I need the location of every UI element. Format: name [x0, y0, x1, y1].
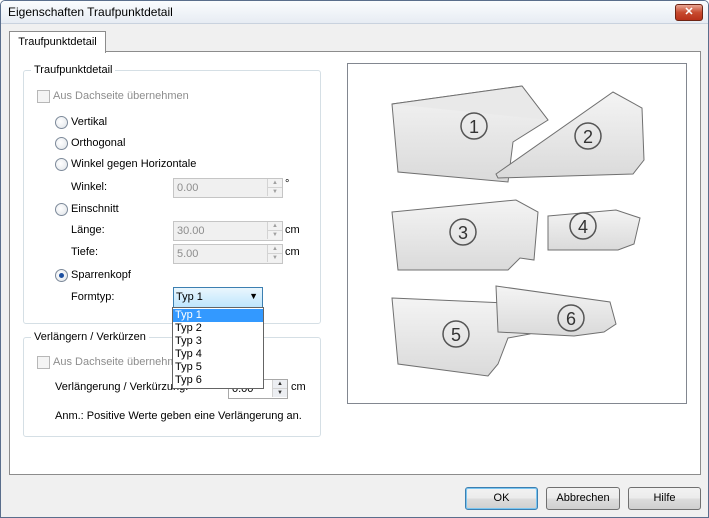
tab-traufpunktdetail[interactable]: Traufpunktdetail: [9, 31, 106, 53]
radio-einschnitt[interactable]: [55, 203, 68, 216]
radio-orthogonal[interactable]: [55, 137, 68, 150]
cancel-button[interactable]: Abbrechen: [546, 487, 620, 510]
group-title-traufpunktdetail: Traufpunktdetail: [31, 64, 116, 76]
preview-label-5: 5: [451, 325, 461, 345]
title-bar: Eigenschaften Traufpunktdetail ✕: [1, 1, 708, 24]
from-roof-label: Aus Dachseite übernehmen: [53, 90, 189, 102]
preview-label-1: 1: [469, 117, 479, 137]
winkel-input[interactable]: 0.00 ▲ ▼: [173, 178, 283, 198]
winkel-label: Winkel:: [71, 181, 108, 193]
dropdown-option[interactable]: Typ 5: [173, 361, 263, 374]
dropdown-option[interactable]: Typ 6: [173, 374, 263, 387]
ext-from-roof-checkbox[interactable]: [37, 356, 50, 369]
spin-down-icon[interactable]: ▼: [267, 188, 282, 196]
spin-down-icon[interactable]: ▼: [272, 389, 287, 397]
spin-up-icon[interactable]: ▲: [267, 245, 282, 254]
laenge-unit: cm: [285, 224, 300, 236]
ext-label: Verlängerung / Verkürzung:: [55, 381, 189, 393]
preview-label-4: 4: [578, 217, 588, 237]
spin-up-icon[interactable]: ▲: [272, 380, 287, 389]
laenge-value: 30.00: [177, 225, 205, 237]
group-title-verlaengern: Verlängern / Verkürzen: [31, 331, 149, 343]
preview-label-2: 2: [583, 127, 593, 147]
spin-down-icon[interactable]: ▼: [267, 231, 282, 239]
laenge-input[interactable]: 30.00 ▲ ▼: [173, 221, 283, 241]
winkel-value: 0.00: [177, 182, 199, 194]
spin-up-icon[interactable]: ▲: [267, 179, 282, 188]
close-button[interactable]: ✕: [675, 4, 703, 21]
formtyp-select[interactable]: Typ 1 ▼: [173, 287, 263, 308]
ok-button[interactable]: OK: [465, 487, 538, 510]
note-text: Anm.: Positive Werte geben eine Verlänge…: [55, 410, 302, 422]
tiefe-unit: cm: [285, 246, 300, 258]
radio-vertikal[interactable]: [55, 116, 68, 129]
dialog-window: Eigenschaften Traufpunktdetail ✕ Traufpu…: [0, 0, 709, 518]
winkel-unit: °: [285, 178, 290, 190]
preview-label-3: 3: [458, 223, 468, 243]
tiefe-value: 5.00: [177, 248, 199, 260]
formtyp-dropdown-list: Typ 1 Typ 2 Typ 3 Typ 4 Typ 5 Typ 6: [172, 307, 264, 389]
window-title: Eigenschaften Traufpunktdetail: [8, 5, 173, 19]
dropdown-option[interactable]: Typ 1: [173, 309, 263, 322]
dropdown-option[interactable]: Typ 3: [173, 335, 263, 348]
dropdown-option[interactable]: Typ 2: [173, 322, 263, 335]
laenge-label: Länge:: [71, 224, 105, 236]
spin-down-icon[interactable]: ▼: [267, 254, 282, 262]
ext-unit: cm: [291, 381, 306, 393]
tiefe-label: Tiefe:: [71, 246, 99, 258]
close-icon: ✕: [684, 6, 694, 18]
formtyp-label: Formtyp:: [71, 291, 115, 303]
preview-image: 1 2 3 4 5 6: [347, 63, 687, 404]
dropdown-option[interactable]: Typ 4: [173, 348, 263, 361]
radio-winkel-horizontale[interactable]: [55, 158, 68, 171]
radio-sparrenkopf-label: Sparrenkopf: [71, 269, 131, 281]
tiefe-input[interactable]: 5.00 ▲ ▼: [173, 244, 283, 264]
preview-label-6: 6: [566, 309, 576, 329]
ext-from-roof-label: Aus Dachseite übernehm: [53, 356, 177, 368]
help-button[interactable]: Hilfe: [628, 487, 701, 510]
chevron-down-icon[interactable]: ▼: [249, 291, 258, 301]
radio-vertikal-label: Vertikal: [71, 116, 108, 128]
radio-einschnitt-label: Einschnitt: [71, 203, 119, 215]
rafter-shapes-illustration: 1 2 3 4 5 6: [391, 85, 645, 377]
formtyp-value: Typ 1: [176, 291, 203, 303]
spin-up-icon[interactable]: ▲: [267, 222, 282, 231]
from-roof-checkbox[interactable]: [37, 90, 50, 103]
radio-sparrenkopf[interactable]: [55, 269, 68, 282]
radio-orthogonal-label: Orthogonal: [71, 137, 126, 149]
radio-winkel-horizontale-label: Winkel gegen Horizontale: [71, 158, 197, 170]
